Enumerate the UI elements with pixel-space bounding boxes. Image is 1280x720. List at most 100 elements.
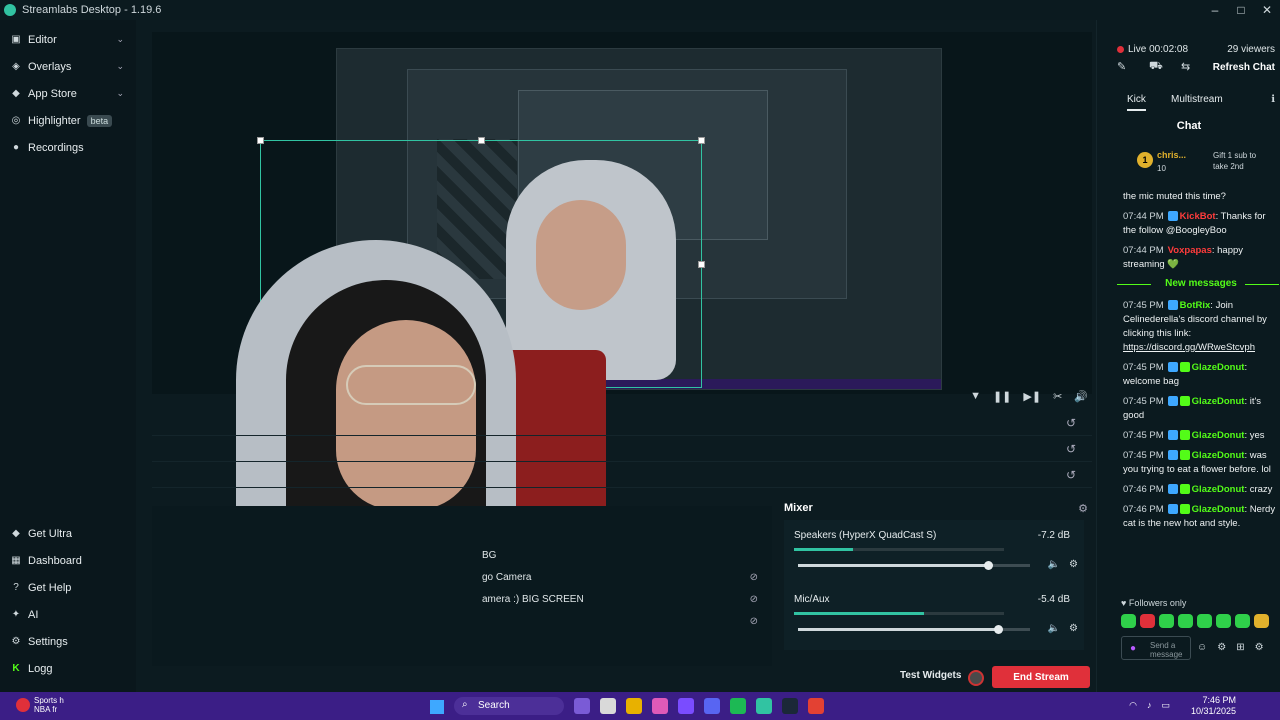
taskbar-app-icon[interactable] <box>756 698 772 714</box>
sidebar-item-app-store[interactable]: ◆ App Store ⌄ <box>0 80 136 107</box>
sidebar-item-recordings[interactable]: ● Recordings <box>0 134 136 161</box>
emote-icon[interactable] <box>1197 614 1212 628</box>
sidebar-item-get-help[interactable]: ? Get Help <box>0 574 136 601</box>
message-user[interactable]: Voxpapas <box>1168 245 1212 256</box>
sidebar-item-dashboard[interactable]: ▦ Dashboard <box>0 547 136 574</box>
taskbar-app-icon[interactable] <box>782 698 798 714</box>
volume-slider[interactable] <box>798 625 1030 634</box>
resize-handle[interactable] <box>698 137 705 144</box>
sports-widget[interactable]: Sports h NBA fr <box>34 696 64 714</box>
tab-multistream[interactable]: Multistream <box>1171 94 1223 105</box>
edit-icon[interactable]: ✎ <box>1117 60 1126 73</box>
taskbar-app-icon[interactable] <box>678 698 694 714</box>
test-widgets-toggle[interactable] <box>968 670 984 686</box>
chevron-down-icon[interactable]: ⌄ <box>116 88 124 99</box>
resize-handle[interactable] <box>257 137 264 144</box>
taskbar-app-icon[interactable] <box>600 698 616 714</box>
emote-icon[interactable] <box>1254 614 1269 628</box>
sidebar-item-highlighter[interactable]: ◎ Highlighter beta <box>0 107 136 134</box>
message-user[interactable]: GlazeDonut <box>1192 504 1245 515</box>
resize-handle[interactable] <box>478 137 485 144</box>
message-user[interactable]: KickBot <box>1180 211 1216 222</box>
slider-knob[interactable] <box>984 561 994 570</box>
taskbar-app-icon[interactable] <box>808 698 824 714</box>
dashboard-tool-icon[interactable]: ⛟ <box>1149 60 1163 74</box>
visibility-icon[interactable]: ⊘ <box>750 572 758 583</box>
message-user[interactable]: GlazeDonut <box>1192 484 1245 495</box>
sidebar-item-settings[interactable]: ⚙ Settings <box>0 628 136 655</box>
sidebar-item-get-ultra[interactable]: ◆ Get Ultra <box>0 520 136 547</box>
message-user[interactable]: GlazeDonut <box>1192 430 1245 441</box>
chevron-down-icon[interactable]: ⌄ <box>116 61 124 72</box>
source-item[interactable]: amera :) BIG SCREEN <box>482 594 584 605</box>
taskbar-app-icon[interactable] <box>652 698 668 714</box>
filter-icon[interactable]: ▼ <box>970 390 981 403</box>
message-user[interactable]: GlazeDonut <box>1192 362 1245 373</box>
popout-icon[interactable]: ⊞ <box>1236 642 1244 653</box>
minimize-button[interactable]: – <box>1202 0 1228 20</box>
tab-kick[interactable]: Kick <box>1127 94 1146 111</box>
emote-icon[interactable] <box>1235 614 1250 628</box>
emoji-icon[interactable]: ☺ <box>1197 642 1207 653</box>
slider-knob[interactable] <box>993 625 1003 634</box>
info-icon[interactable]: ℹ <box>1271 94 1275 105</box>
emote-icon[interactable] <box>1159 614 1174 628</box>
pinned-gift[interactable]: 1 chris... 10 Gift 1 sub to take 2nd <box>1117 146 1267 182</box>
visibility-icon[interactable]: ⊘ <box>750 594 758 605</box>
taskbar-search[interactable]: ⌕ Search <box>454 697 564 715</box>
volume-icon[interactable]: 🔊 <box>1074 390 1088 403</box>
end-stream-button[interactable]: End Stream <box>992 666 1090 688</box>
chevron-down-icon[interactable]: ⌄ <box>116 34 124 45</box>
scene-row[interactable]: ↺ <box>152 464 1092 488</box>
scene-row[interactable]: ↺ <box>152 438 1092 462</box>
taskbar-app-icon[interactable] <box>730 698 746 714</box>
sidebar-item-editor[interactable]: ▣ Editor ⌄ <box>0 26 136 53</box>
sports-widget-icon[interactable] <box>16 698 30 712</box>
battery-icon[interactable]: ▭ <box>1161 700 1170 711</box>
visibility-icon[interactable]: ⊘ <box>750 616 758 627</box>
reload-icon[interactable]: ↺ <box>1066 416 1076 430</box>
windows-start-icon[interactable] <box>430 700 444 714</box>
pause-icon[interactable]: ❚❚ <box>993 390 1011 403</box>
skip-icon[interactable]: ▶❚ <box>1023 390 1041 403</box>
reload-icon[interactable]: ↺ <box>1066 442 1076 456</box>
share-icon[interactable]: ⇆ <box>1181 60 1190 73</box>
close-button[interactable]: ✕ <box>1254 0 1280 20</box>
emote-icon[interactable] <box>1140 614 1155 628</box>
message-user[interactable]: GlazeDonut <box>1192 450 1245 461</box>
taskbar-app-icon[interactable] <box>574 698 590 714</box>
chat-settings-icon[interactable]: ⚙ <box>1217 642 1226 653</box>
message-time: 07:46 PM <box>1123 504 1164 515</box>
taskbar-app-icon[interactable] <box>704 698 720 714</box>
mute-icon[interactable]: 🔈 <box>1048 559 1060 570</box>
message-user[interactable]: BotRix <box>1180 300 1211 311</box>
refresh-chat-button[interactable]: Refresh Chat <box>1213 62 1275 73</box>
gear-icon[interactable]: ⚙ <box>1069 559 1078 570</box>
source-item[interactable]: go Camera <box>482 572 531 583</box>
emote-icon[interactable] <box>1178 614 1193 628</box>
emote-icon[interactable] <box>1121 614 1136 628</box>
new-messages-divider[interactable]: New messages <box>1117 278 1279 289</box>
gear-icon[interactable]: ⚙ <box>1255 642 1264 653</box>
maximize-button[interactable]: □ <box>1228 0 1254 20</box>
source-item[interactable]: BG <box>482 550 496 561</box>
wifi-icon[interactable]: ◠ <box>1129 700 1137 711</box>
sidebar-item-login[interactable]: K Logg <box>0 655 136 682</box>
taskbar-app-icon[interactable] <box>626 698 642 714</box>
emote-icon[interactable] <box>1216 614 1231 628</box>
gear-icon[interactable]: ⚙ <box>1069 623 1078 634</box>
taskbar-clock[interactable]: 7:46 PM 10/31/2025 <box>1191 695 1236 717</box>
clip-icon[interactable]: ✂ <box>1053 390 1062 403</box>
volume-slider[interactable] <box>798 561 1030 570</box>
mute-icon[interactable]: 🔈 <box>1048 623 1060 634</box>
volume-icon[interactable]: ♪ <box>1147 700 1152 711</box>
sidebar-item-ai[interactable]: ✦ AI <box>0 601 136 628</box>
message-link[interactable]: https://discord.gg/WRweStcvph <box>1123 342 1255 353</box>
chat-input[interactable]: ● Send a message <box>1121 636 1191 660</box>
scene-row[interactable]: ↺ <box>152 412 1092 436</box>
sidebar-item-overlays[interactable]: ◈ Overlays ⌄ <box>0 53 136 80</box>
gear-icon[interactable]: ⚙ <box>1078 502 1088 515</box>
mic-icon[interactable]: ● <box>1130 643 1136 654</box>
reload-icon[interactable]: ↺ <box>1066 468 1076 482</box>
message-user[interactable]: GlazeDonut <box>1192 396 1245 407</box>
